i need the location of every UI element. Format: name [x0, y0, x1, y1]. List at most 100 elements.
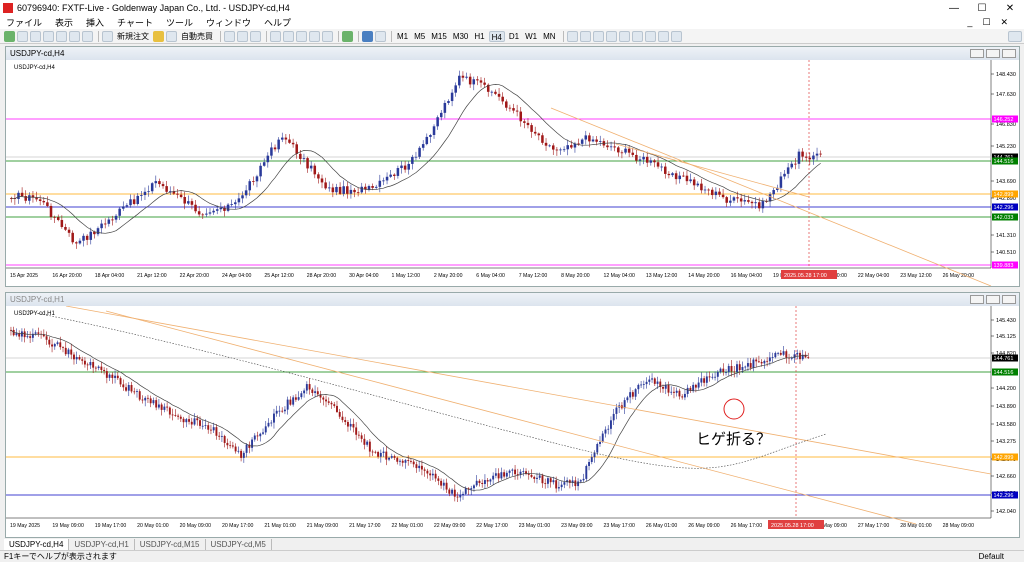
metaeditor-icon[interactable]	[153, 30, 164, 42]
candle-body	[763, 360, 766, 364]
tile-windows-icon[interactable]	[296, 30, 307, 42]
chart-canvas-h4[interactable]: USDJPY-cd,H4148.430147.630146.830145.230…	[6, 60, 1019, 287]
candle-body	[711, 376, 714, 378]
candle-body	[411, 156, 414, 164]
candle-body	[324, 182, 327, 189]
crosshair-icon[interactable]	[579, 30, 591, 42]
zoom-in-icon[interactable]	[270, 30, 281, 42]
candle-body	[292, 397, 295, 405]
text-tool-icon[interactable]	[657, 30, 669, 42]
horizontal-line-icon[interactable]	[605, 30, 617, 42]
timeframe-mn[interactable]: MN	[541, 31, 557, 42]
vertical-line-icon[interactable]	[592, 30, 604, 42]
bar-chart-icon[interactable]	[224, 30, 235, 42]
time-tick-label: 1 May 12:00	[392, 273, 421, 279]
close-button[interactable]: ✕	[996, 3, 1024, 14]
candle-body	[631, 392, 634, 397]
candle-body	[678, 175, 681, 180]
candle-body	[56, 342, 59, 345]
zoom-out-icon[interactable]	[283, 30, 294, 42]
candlestick-icon[interactable]	[237, 30, 248, 42]
chart-h1-maximize-button[interactable]	[986, 295, 1000, 304]
menu-file[interactable]: ファイル	[6, 16, 42, 29]
child-minimize-button[interactable]: _	[967, 17, 972, 28]
chart-h1-close-button[interactable]	[1002, 295, 1016, 304]
auto-trade-button[interactable]: 自動売買	[179, 31, 215, 42]
candle-body	[356, 192, 360, 194]
price-tick-label: 148.430	[996, 72, 1016, 78]
child-close-button[interactable]: ✕	[1000, 17, 1008, 28]
timeframe-d1[interactable]: D1	[507, 31, 521, 42]
candle-body	[560, 484, 563, 488]
candle-body	[103, 223, 107, 225]
candle-body	[37, 332, 40, 334]
candle-body	[536, 477, 538, 479]
timeframe-m30[interactable]: M30	[451, 31, 471, 42]
chart-window-h1[interactable]: USDJPY-cd,H1 USDJPY-cd,H1 145.430 145.125 1…	[5, 292, 1020, 538]
timeframe-m1[interactable]: M1	[395, 31, 410, 42]
menu-window[interactable]: ウィンドウ	[206, 16, 251, 29]
candle-body	[425, 136, 429, 145]
indicators-icon[interactable]	[342, 30, 353, 42]
timeframe-m5[interactable]: M5	[412, 31, 427, 42]
timeframe-m15[interactable]: M15	[429, 31, 449, 42]
tab-usdjpy-h4[interactable]: USDJPY-cd,H4	[4, 539, 70, 550]
candle-body	[78, 240, 82, 244]
new-order-button[interactable]: 新規注文	[115, 31, 151, 42]
tester-icon[interactable]	[82, 30, 93, 42]
time-tick-label: 19 May 17:00	[95, 523, 127, 529]
chart-h4-minimize-button[interactable]	[970, 49, 984, 58]
candle-body	[447, 101, 450, 103]
chart-window-h4[interactable]: USDJPY-cd,H4 USDJPY-cd,H4 148.430 147.630 1…	[5, 46, 1020, 287]
navigator-icon[interactable]	[56, 30, 67, 42]
maximize-button[interactable]: ☐	[968, 3, 996, 14]
line-chart-icon[interactable]	[250, 30, 261, 42]
candle-body	[183, 196, 186, 204]
timeframe-w1[interactable]: W1	[523, 31, 539, 42]
search-icon[interactable]	[1008, 30, 1022, 42]
chart-h4-maximize-button[interactable]	[986, 49, 1000, 58]
chart-h4-close-button[interactable]	[1002, 49, 1016, 58]
candle-body	[305, 384, 308, 391]
menu-view[interactable]: 表示	[55, 16, 73, 29]
arrow-tool-icon[interactable]	[670, 30, 682, 42]
tab-usdjpy-m15[interactable]: USDJPY-cd,M15	[135, 539, 206, 550]
chart-canvas-h1[interactable]: USDJPY-cd,H1145.430145.125144.820144.200…	[6, 305, 1019, 537]
fibonacci-icon[interactable]	[644, 30, 656, 42]
periods-icon[interactable]	[362, 30, 373, 42]
new-chart-icon[interactable]	[4, 30, 15, 42]
timeframe-h1[interactable]: H1	[472, 31, 486, 42]
timeframe-h4[interactable]: H4	[488, 30, 505, 42]
chart-shift-icon[interactable]	[322, 30, 333, 42]
data-window-icon[interactable]	[43, 30, 54, 42]
candle-body	[168, 407, 171, 415]
menu-chart[interactable]: チャート	[117, 16, 153, 29]
candle-body	[718, 191, 721, 195]
trendline-icon[interactable]	[618, 30, 630, 42]
candle-body	[771, 357, 774, 358]
candle-body	[92, 362, 95, 368]
candle-body	[804, 156, 808, 158]
candle-body	[149, 398, 152, 404]
tab-usdjpy-h1[interactable]: USDJPY-cd,H1	[69, 539, 135, 550]
auto-scroll-icon[interactable]	[309, 30, 320, 42]
candle-body	[100, 366, 103, 370]
candle-body	[67, 349, 70, 355]
terminal-icon[interactable]	[69, 30, 80, 42]
templates-icon[interactable]	[375, 30, 386, 42]
menu-insert[interactable]: 挿入	[86, 16, 104, 29]
profiles-icon[interactable]	[17, 30, 28, 42]
candle-body	[251, 439, 254, 448]
candle-body	[270, 422, 273, 424]
chart-h1-minimize-button[interactable]	[970, 295, 984, 304]
child-maximize-button[interactable]: ☐	[982, 17, 990, 28]
market-watch-icon[interactable]	[30, 30, 41, 42]
tab-usdjpy-m5[interactable]: USDJPY-cd,M5	[206, 539, 272, 550]
menu-help[interactable]: ヘルプ	[264, 16, 291, 29]
candle-body	[73, 354, 75, 360]
minimize-button[interactable]: —	[940, 3, 968, 14]
menu-tools[interactable]: ツール	[166, 16, 193, 29]
candle-body	[719, 368, 722, 372]
cursor-icon[interactable]	[566, 30, 578, 42]
channel-icon[interactable]	[631, 30, 643, 42]
